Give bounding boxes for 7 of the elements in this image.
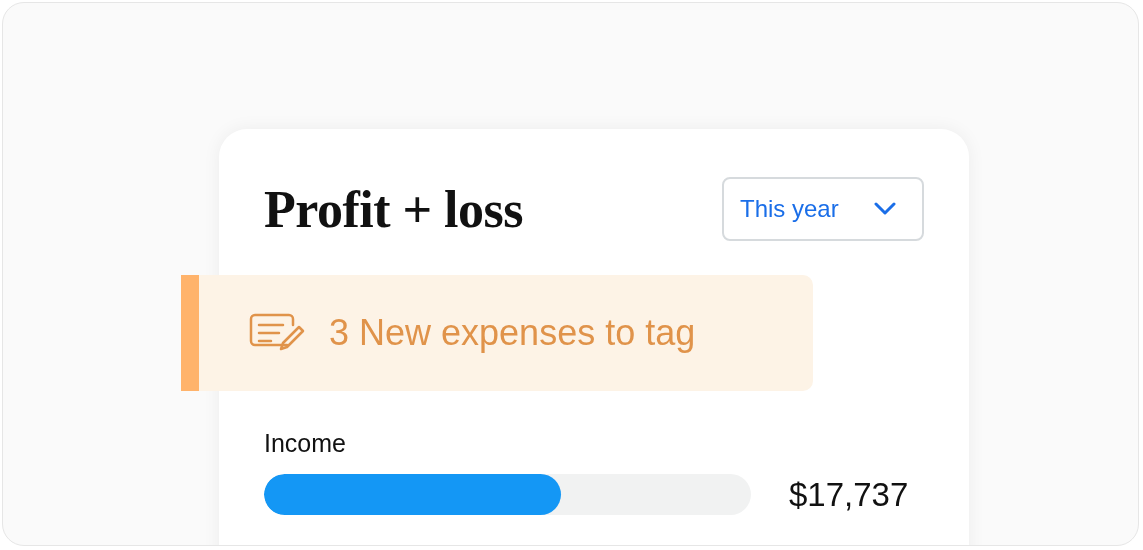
- metric-amount: $17,737: [789, 475, 909, 514]
- notice-text: 3 New expenses to tag: [329, 312, 696, 354]
- note-pencil-icon: [249, 313, 305, 353]
- metric-label: Income: [264, 429, 347, 458]
- period-dropdown[interactable]: This year: [722, 177, 924, 241]
- chevron-down-icon: [874, 202, 896, 216]
- card-title: Profit + loss: [264, 179, 524, 239]
